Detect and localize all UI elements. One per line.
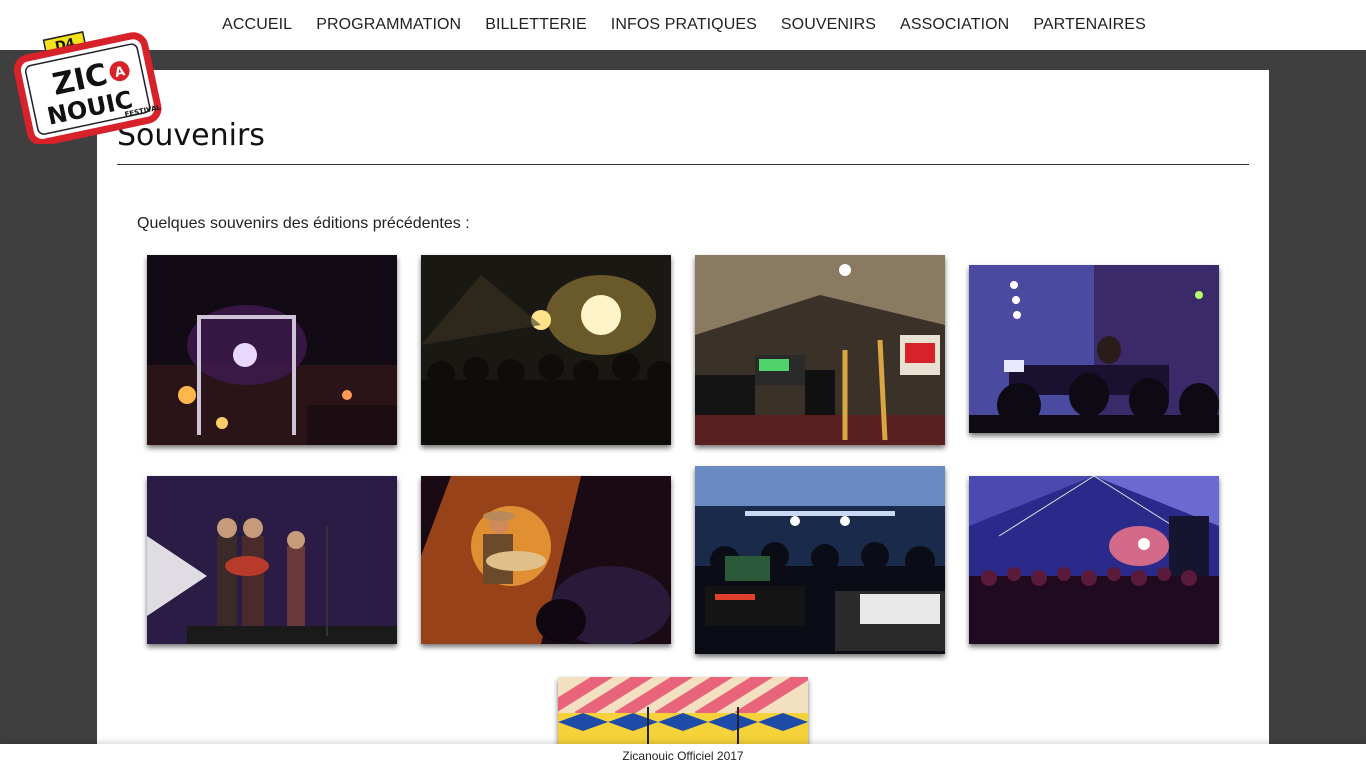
nav-item-programmation[interactable]: PROGRAMMATION: [316, 16, 461, 34]
content-panel: Souvenirs Quelques souvenirs des édition…: [97, 70, 1269, 767]
nav-item-billetterie[interactable]: BILLETTERIE: [485, 16, 587, 34]
nav-item-infos-pratiques[interactable]: INFOS PRATIQUES: [611, 16, 757, 34]
nav-item-association[interactable]: ASSOCIATION: [900, 16, 1009, 34]
gallery-photo-4[interactable]: [969, 265, 1219, 433]
gallery-photo-2[interactable]: [421, 255, 671, 445]
gallery-photo-6[interactable]: [421, 476, 671, 644]
nav-item-accueil[interactable]: ACCUEIL: [222, 16, 292, 34]
gallery-photo-7[interactable]: [695, 466, 945, 654]
nav-item-souvenirs[interactable]: SOUVENIRS: [781, 16, 876, 34]
main-nav: ACCUEIL PROGRAMMATION BILLETTERIE INFOS …: [0, 0, 1366, 50]
site-logo[interactable]: D4 ZIC A NOUIC FESTIVAL: [13, 26, 162, 146]
footer: Zicanouic Officiel 2017: [0, 744, 1366, 768]
title-divider: [117, 164, 1249, 165]
footer-copyright: Zicanouic Officiel 2017: [622, 749, 744, 763]
gallery-photo-1[interactable]: [147, 255, 397, 445]
gallery-photo-3[interactable]: [695, 255, 945, 445]
nav-item-partenaires[interactable]: PARTENAIRES: [1033, 16, 1146, 34]
gallery-photo-5[interactable]: [147, 476, 397, 644]
gallery-photo-8[interactable]: [969, 476, 1219, 644]
intro-text: Quelques souvenirs des éditions précéden…: [137, 215, 470, 232]
